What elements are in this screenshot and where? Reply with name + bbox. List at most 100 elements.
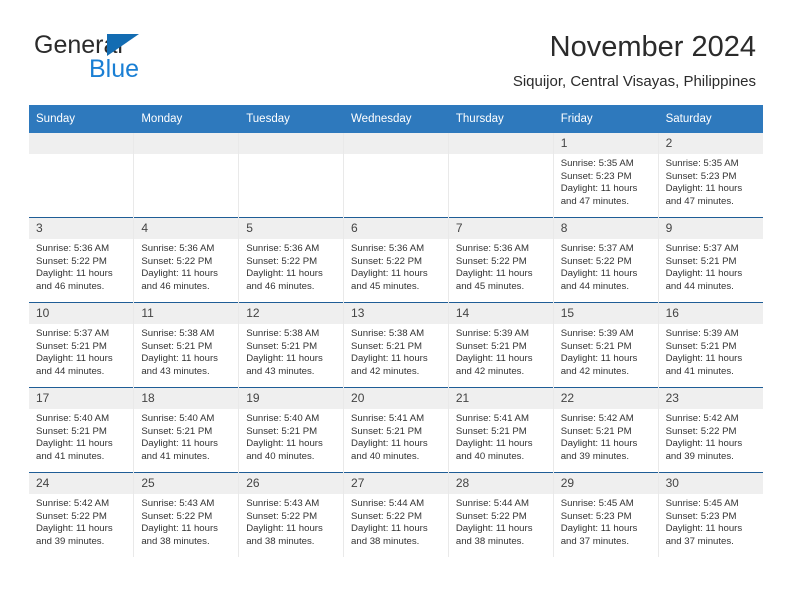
calendar-day-cell[interactable]: 7 Sunrise: 5:36 AM Sunset: 5:22 PM Daylight…	[448, 217, 554, 303]
sunset-text: Sunset: 5:21 PM	[141, 425, 213, 437]
calendar-day-cell[interactable]: 29 Sunrise: 5:45 AM Sunset: 5:23 PM Dayligh…	[553, 472, 659, 557]
calendar-day-cell[interactable]: 12 Sunrise: 5:38 AM Sunset: 5:21 PM Dayligh…	[238, 302, 345, 388]
day-number: 2	[658, 133, 763, 154]
calendar-day-cell[interactable]: 3 Sunrise: 5:36 AM Sunset: 5:22 PM Daylight…	[29, 217, 135, 303]
daylight-text-line2: and 40 minutes.	[246, 450, 315, 462]
daylight-text-line1: Daylight: 11 hours	[560, 438, 638, 450]
sun-info: Sunrise: 5:41 AM Sunset: 5:21 PM Daylight:…	[449, 409, 553, 463]
calendar-day-cell[interactable]: 22 Sunrise: 5:42 AM Sunset: 5:21 PM Dayligh…	[553, 387, 659, 473]
calendar-day-cell[interactable]: 24 Sunrise: 5:42 AM Sunset: 5:22 PM Dayligh…	[29, 472, 135, 557]
blue-triangle-icon	[107, 34, 139, 56]
calendar-week-row: 24 Sunrise: 5:42 AM Sunset: 5:22 PM Dayligh…	[29, 472, 763, 557]
daylight-text-line2: and 37 minutes.	[560, 535, 629, 547]
sunset-text: Sunset: 5:23 PM	[560, 510, 632, 522]
calendar-day-cell[interactable]: 5 Sunrise: 5:36 AM Sunset: 5:22 PM Daylight…	[238, 217, 345, 303]
calendar-day-cell[interactable]: 10 Sunrise: 5:37 AM Sunset: 5:21 PM Dayligh…	[29, 302, 135, 388]
sunrise-text: Sunrise: 5:37 AM	[560, 243, 634, 254]
calendar-day-cell[interactable]: 8 Sunrise: 5:37 AM Sunset: 5:22 PM Daylight…	[553, 217, 659, 303]
daylight-text-line2: and 44 minutes.	[36, 365, 105, 377]
daylight-text-line2: and 41 minutes.	[141, 450, 210, 462]
calendar-day-cell[interactable]: 28 Sunrise: 5:44 AM Sunset: 5:22 PM Dayligh…	[448, 472, 554, 557]
sunset-text: Sunset: 5:22 PM	[455, 510, 527, 522]
calendar-day-cell[interactable]: 9 Sunrise: 5:37 AM Sunset: 5:21 PM Daylight…	[658, 217, 763, 303]
sunrise-text: Sunrise: 5:39 AM	[665, 328, 739, 339]
calendar-day-cell[interactable]: 20 Sunrise: 5:41 AM Sunset: 5:21 PM Dayligh…	[343, 387, 449, 473]
calendar-day-cell[interactable]: 18 Sunrise: 5:40 AM Sunset: 5:21 PM Dayligh…	[133, 387, 240, 473]
sun-info: Sunrise: 5:45 AM Sunset: 5:23 PM Daylight:…	[554, 494, 658, 548]
day-number: 11	[134, 303, 239, 324]
sun-info: Sunrise: 5:36 AM Sunset: 5:22 PM Daylight:…	[344, 239, 448, 293]
sunset-text: Sunset: 5:21 PM	[246, 340, 318, 352]
calendar-day-cell[interactable]: 14 Sunrise: 5:39 AM Sunset: 5:21 PM Dayligh…	[448, 302, 554, 388]
day-number: 7	[448, 218, 553, 239]
calendar-day-cell[interactable]: 16 Sunrise: 5:39 AM Sunset: 5:21 PM Dayligh…	[658, 302, 763, 388]
calendar-day-cell[interactable]: 19 Sunrise: 5:40 AM Sunset: 5:21 PM Dayligh…	[238, 387, 345, 473]
calendar-day-cell[interactable]: 23 Sunrise: 5:42 AM Sunset: 5:22 PM Dayligh…	[658, 387, 763, 473]
calendar-day-cell[interactable]: 1 Sunrise: 5:35 AM Sunset: 5:23 PM Daylight…	[553, 133, 659, 218]
sunrise-text: Sunrise: 5:39 AM	[560, 328, 634, 339]
daylight-text-line2: and 38 minutes.	[141, 535, 210, 547]
daylight-text-line1: Daylight: 11 hours	[665, 353, 743, 365]
daylight-text-line2: and 38 minutes.	[351, 535, 420, 547]
calendar-day-cell[interactable]: 11 Sunrise: 5:38 AM Sunset: 5:21 PM Dayligh…	[133, 302, 240, 388]
calendar-day-cell[interactable]: 4 Sunrise: 5:36 AM Sunset: 5:22 PM Daylight…	[133, 217, 240, 303]
sunset-text: Sunset: 5:23 PM	[560, 170, 632, 182]
sunrise-text: Sunrise: 5:36 AM	[246, 243, 320, 254]
daylight-text-line1: Daylight: 11 hours	[36, 268, 113, 280]
sunrise-text: Sunrise: 5:42 AM	[665, 413, 739, 424]
sun-info: Sunrise: 5:38 AM Sunset: 5:21 PM Daylight:…	[239, 324, 343, 378]
sunrise-text: Sunrise: 5:36 AM	[141, 243, 215, 254]
sunrise-text: Sunrise: 5:39 AM	[455, 328, 529, 339]
daylight-text-line1: Daylight: 11 hours	[560, 523, 638, 535]
calendar-body: 1 Sunrise: 5:35 AM Sunset: 5:23 PM Daylight…	[29, 133, 763, 557]
sunrise-text: Sunrise: 5:45 AM	[560, 498, 634, 509]
sunrise-text: Sunrise: 5:37 AM	[36, 328, 110, 339]
daylight-text-line2: and 41 minutes.	[665, 365, 734, 377]
calendar-day-cell[interactable]: 25 Sunrise: 5:43 AM Sunset: 5:22 PM Dayligh…	[133, 472, 240, 557]
calendar-day-cell[interactable]: 13 Sunrise: 5:38 AM Sunset: 5:21 PM Dayligh…	[343, 302, 449, 388]
sunset-text: Sunset: 5:21 PM	[36, 425, 107, 437]
general-blue-logo[interactable]: General Blue	[34, 33, 234, 85]
daylight-text-line2: and 44 minutes.	[560, 280, 629, 292]
sunset-text: Sunset: 5:21 PM	[36, 340, 107, 352]
day-number: 6	[344, 218, 448, 239]
daylight-text-line1: Daylight: 11 hours	[351, 268, 428, 280]
calendar-day-cell[interactable]: 17 Sunrise: 5:40 AM Sunset: 5:21 PM Dayligh…	[29, 387, 135, 473]
day-number: 14	[448, 303, 553, 324]
day-number: 24	[29, 473, 134, 494]
day-number: 9	[658, 218, 763, 239]
daylight-text-line1: Daylight: 11 hours	[246, 268, 323, 280]
sunrise-text: Sunrise: 5:44 AM	[455, 498, 529, 509]
calendar-day-cell[interactable]: 26 Sunrise: 5:43 AM Sunset: 5:22 PM Dayligh…	[238, 472, 345, 557]
sunset-text: Sunset: 5:21 PM	[455, 340, 527, 352]
day-number: 23	[658, 388, 763, 409]
daylight-text-line2: and 46 minutes.	[36, 280, 105, 292]
daylight-text-line1: Daylight: 11 hours	[665, 523, 743, 535]
calendar-day-cell[interactable]: 27 Sunrise: 5:44 AM Sunset: 5:22 PM Dayligh…	[343, 472, 449, 557]
calendar-week-row: 1 Sunrise: 5:35 AM Sunset: 5:23 PM Daylight…	[29, 133, 763, 218]
calendar-day-cell[interactable]: 2 Sunrise: 5:35 AM Sunset: 5:23 PM Daylight…	[658, 133, 763, 218]
calendar-day-cell[interactable]: 15 Sunrise: 5:39 AM Sunset: 5:21 PM Dayligh…	[553, 302, 659, 388]
calendar-day-cell[interactable]: 6 Sunrise: 5:36 AM Sunset: 5:22 PM Daylight…	[343, 217, 449, 303]
weekday-header-tuesday: Tuesday	[238, 105, 345, 133]
calendar-day-cell[interactable]: 30 Sunrise: 5:45 AM Sunset: 5:23 PM Dayligh…	[658, 472, 763, 557]
calendar-week-row: 3 Sunrise: 5:36 AM Sunset: 5:22 PM Daylight…	[29, 217, 763, 303]
calendar-day-cell[interactable]: 21 Sunrise: 5:41 AM Sunset: 5:21 PM Dayligh…	[448, 387, 554, 473]
weekday-header-wednesday: Wednesday	[343, 105, 449, 133]
daylight-text-line1: Daylight: 11 hours	[141, 268, 218, 280]
sunrise-text: Sunrise: 5:43 AM	[246, 498, 320, 509]
weekday-header-saturday: Saturday	[658, 105, 763, 133]
calendar-day-cell-empty	[448, 133, 554, 218]
sun-info: Sunrise: 5:35 AM Sunset: 5:23 PM Daylight:…	[554, 154, 658, 208]
daylight-text-line2: and 43 minutes.	[141, 365, 210, 377]
sun-info: Sunrise: 5:38 AM Sunset: 5:21 PM Daylight:…	[344, 324, 448, 378]
daylight-text-line1: Daylight: 11 hours	[246, 438, 323, 450]
sunrise-text: Sunrise: 5:40 AM	[246, 413, 320, 424]
daylight-text-line1: Daylight: 11 hours	[141, 523, 218, 535]
calendar-day-cell-empty	[343, 133, 449, 218]
calendar-header-row: Sunday Monday Tuesday Wednesday Thursday…	[29, 105, 763, 133]
daylight-text-line2: and 46 minutes.	[246, 280, 315, 292]
sunset-text: Sunset: 5:22 PM	[141, 255, 213, 267]
sun-info: Sunrise: 5:36 AM Sunset: 5:22 PM Daylight:…	[29, 239, 133, 293]
day-number: 20	[344, 388, 448, 409]
